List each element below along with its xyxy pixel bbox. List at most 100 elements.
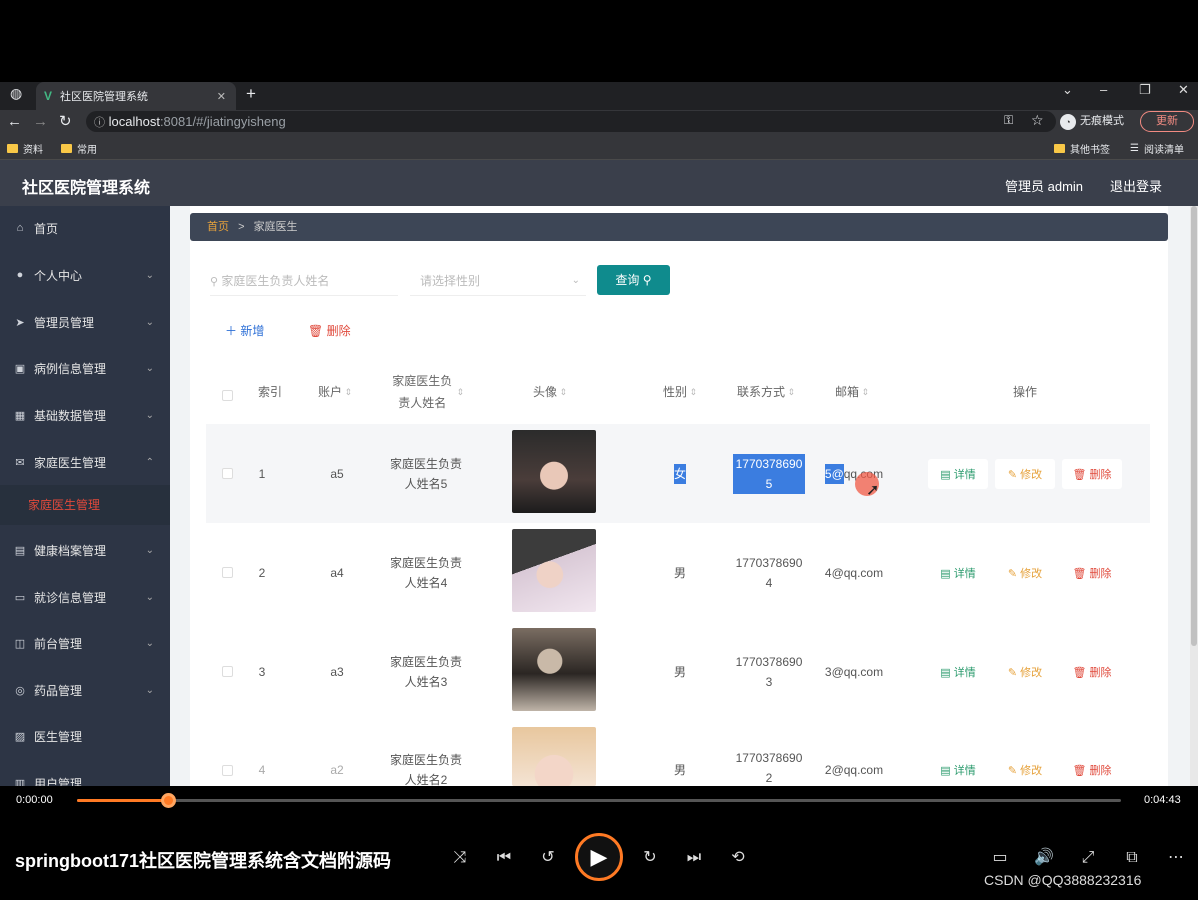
edit-button[interactable]: ✎ 修改 xyxy=(995,657,1055,687)
doctor-avatar-image xyxy=(512,727,596,786)
plus-icon: ＋ xyxy=(225,324,241,338)
bulk-delete-button[interactable]: 🗑 删除 xyxy=(308,322,351,339)
forward-icon[interactable]: ↻ xyxy=(640,848,660,868)
sidebar-item-users[interactable]: ▥ 用户管理 xyxy=(0,763,170,787)
reading-list[interactable]: ☰ 阅读清单 xyxy=(1130,141,1184,156)
star-icon[interactable]: ☆ xyxy=(1031,112,1044,129)
breadcrumb-home[interactable]: 首页 xyxy=(207,221,229,233)
new-tab-icon[interactable]: + xyxy=(246,84,256,104)
volume-icon[interactable]: 🔊 xyxy=(1034,848,1054,868)
scrollbar[interactable] xyxy=(1190,206,1198,786)
logout-link[interactable]: 退出登录 xyxy=(1110,176,1162,195)
trash-icon: 🗑 xyxy=(1072,764,1087,777)
sidebar-item-label: 医生管理 xyxy=(34,729,83,744)
edit-label: 修改 xyxy=(1020,667,1043,679)
edit-button[interactable]: ✎ 修改 xyxy=(995,558,1055,588)
delete-label: 删除 xyxy=(326,324,351,338)
delete-button[interactable]: 🗑 删除 xyxy=(1062,657,1122,687)
sidebar-item-health-records[interactable]: ▤ 健康档案管理 ⌄ xyxy=(0,530,170,570)
forward-icon[interactable]: → xyxy=(33,110,48,134)
document-icon: ▤ xyxy=(940,567,951,580)
edit-button[interactable]: ✎ 修改 xyxy=(995,756,1055,784)
sidebar-item-profile[interactable]: ● 个人中心 ⌄ xyxy=(0,255,170,295)
row-phone: 17703786903 xyxy=(735,655,803,689)
progress-handle[interactable] xyxy=(161,793,176,808)
selected-text: 17703786905 xyxy=(733,454,805,494)
row-checkbox[interactable] xyxy=(222,765,233,776)
add-button[interactable]: ＋ 新增 xyxy=(225,322,264,339)
sidebar-subitem-family-doctor[interactable]: 家庭医生管理 xyxy=(0,485,170,525)
subtitles-icon[interactable]: ▭ xyxy=(990,848,1010,868)
edit-button[interactable]: ✎ 修改 xyxy=(995,459,1055,489)
header-avatar[interactable]: 头像 ⇕ xyxy=(500,360,600,424)
scrollbar-thumb[interactable] xyxy=(1191,206,1197,646)
pip-icon[interactable]: ⧉ xyxy=(1122,848,1142,868)
edit-label: 修改 xyxy=(1020,568,1043,580)
folder-icon xyxy=(1054,144,1065,153)
incognito-indicator[interactable]: ◔ 无痕模式 xyxy=(1060,111,1132,132)
minimize-icon[interactable]: – xyxy=(1100,82,1107,100)
detail-button[interactable]: ▤ 详情 xyxy=(928,459,988,489)
document-icon: ▤ xyxy=(940,764,951,777)
more-icon[interactable]: ⋯ xyxy=(1166,848,1186,868)
sidebar-item-home[interactable]: ⌂ 首页 xyxy=(0,208,170,248)
header-email[interactable]: 邮箱 ⇕ xyxy=(822,360,882,424)
delete-button[interactable]: 🗑 删除 xyxy=(1062,756,1122,784)
detail-button[interactable]: ▤ 详情 xyxy=(928,558,988,588)
sidebar-item-family-doctor[interactable]: ✉ 家庭医生管理 ⌃ xyxy=(0,442,170,482)
previous-icon[interactable]: ⏮ xyxy=(494,848,514,868)
progress-fill xyxy=(77,799,168,802)
globe-icon[interactable]: ◍ xyxy=(10,85,22,102)
sidebar-item-visits[interactable]: ▭ 就诊信息管理 ⌄ xyxy=(0,577,170,617)
row-checkbox[interactable] xyxy=(222,567,233,578)
sidebar-item-cases[interactable]: ▣ 病例信息管理 ⌄ xyxy=(0,348,170,388)
reload-icon[interactable]: ↻ xyxy=(59,110,72,134)
sidebar-item-doctors[interactable]: ▨ 医生管理 xyxy=(0,716,170,756)
bookmark-folder[interactable]: 常用 xyxy=(61,141,97,156)
header-gender[interactable]: 性别 ⇕ xyxy=(650,360,710,424)
shuffle-icon[interactable]: ⤨ xyxy=(450,848,470,868)
close-tab-icon[interactable]: ✕ xyxy=(217,90,226,103)
update-button[interactable]: 更新 xyxy=(1140,111,1194,132)
header-account[interactable]: 账户 ⇕ xyxy=(300,360,370,424)
detail-button[interactable]: ▤ 详情 xyxy=(928,657,988,687)
row-checkbox[interactable] xyxy=(222,666,233,677)
chevron-down-icon: ⌄ xyxy=(145,544,154,556)
doctor-name-search-input[interactable]: ⚲ 家庭医生负责人姓名 xyxy=(210,266,398,296)
row-checkbox[interactable] xyxy=(222,468,233,479)
query-button[interactable]: 查询 ⚲ xyxy=(597,265,670,295)
row-gender: 男 xyxy=(673,664,686,679)
key-icon[interactable]: ⚿ xyxy=(1004,113,1013,128)
progress-track[interactable] xyxy=(77,799,1121,802)
loop-icon[interactable]: ⟲ xyxy=(728,848,748,868)
detail-button[interactable]: ▤ 详情 xyxy=(928,756,988,784)
chevron-down-icon: ⌄ xyxy=(145,409,154,421)
rewind-icon[interactable]: ↺ xyxy=(538,848,558,868)
chevron-up-icon: ⌃ xyxy=(145,456,154,468)
sidebar-item-basedata[interactable]: ▦ 基础数据管理 ⌄ xyxy=(0,395,170,435)
header-name[interactable]: 家庭医生负责人姓名 ⇕ xyxy=(388,360,464,424)
sidebar-item-medicine[interactable]: ◎ 药品管理 ⌄ xyxy=(0,670,170,710)
bookmark-folder[interactable]: 资料 xyxy=(7,141,43,156)
search-placeholder: 家庭医生负责人姓名 xyxy=(221,274,330,288)
delete-button[interactable]: 🗑 删除 xyxy=(1062,558,1122,588)
header-contact[interactable]: 联系方式 ⇕ xyxy=(728,360,804,424)
restore-icon[interactable]: ❐ xyxy=(1139,82,1151,100)
close-window-icon[interactable]: ✕ xyxy=(1178,82,1189,100)
gender-select[interactable]: 请选择性别 ⌄ xyxy=(410,266,586,296)
next-icon[interactable]: ⏭ xyxy=(684,848,704,868)
url-input[interactable]: ⓘ localhost:8081/#/jiatingyisheng xyxy=(86,111,1056,132)
browser-tab[interactable]: V 社区医院管理系统 ✕ xyxy=(36,82,236,110)
delete-label: 删除 xyxy=(1089,765,1112,777)
play-button[interactable]: ▶ xyxy=(575,833,623,881)
row-account: a2 xyxy=(330,763,344,777)
delete-button[interactable]: 🗑 删除 xyxy=(1062,459,1122,489)
select-all-checkbox[interactable] xyxy=(222,390,233,401)
fullscreen-icon[interactable]: ⤢ xyxy=(1078,848,1098,868)
sidebar-item-frontend[interactable]: ◫ 前台管理 ⌄ xyxy=(0,623,170,663)
chart-icon: ▤ xyxy=(14,544,26,557)
tab-search-icon[interactable]: ⌄ xyxy=(1062,82,1073,100)
bookmark-folder[interactable]: 其他书签 xyxy=(1054,141,1110,156)
sidebar-item-admin[interactable]: ➤ 管理员管理 ⌄ xyxy=(0,302,170,342)
back-icon[interactable]: ← xyxy=(7,110,22,134)
